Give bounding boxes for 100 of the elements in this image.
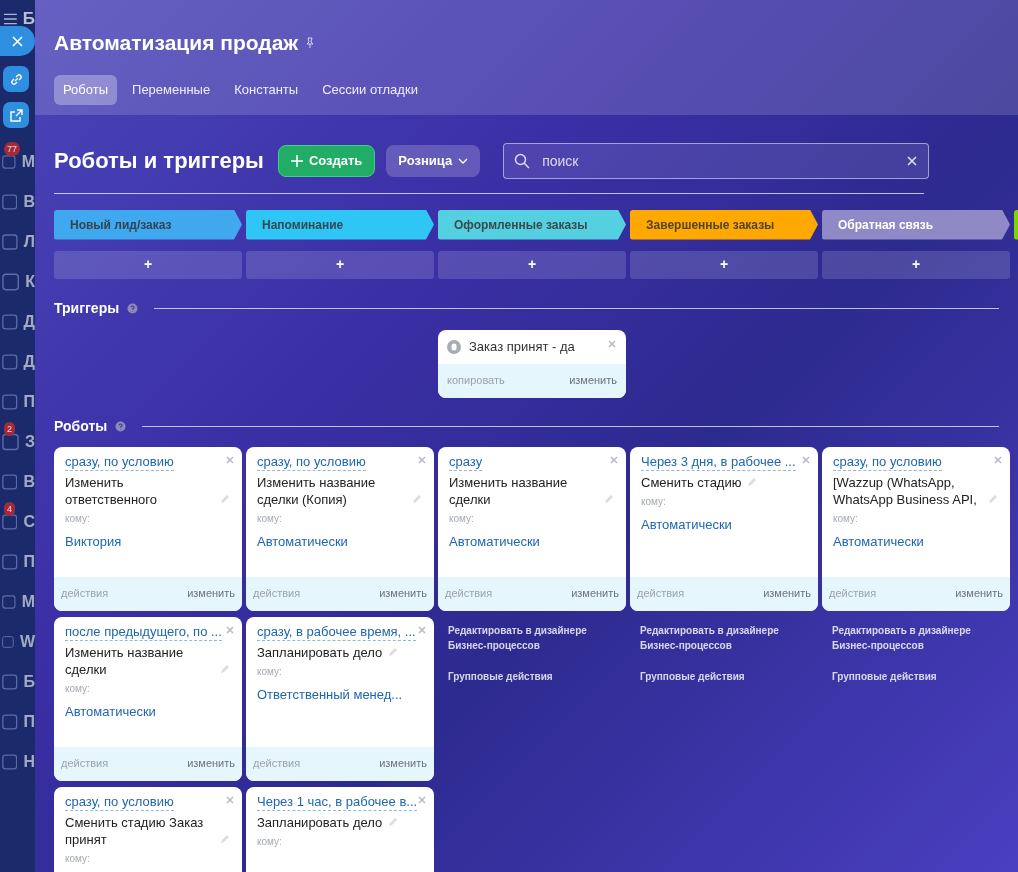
external-button[interactable] bbox=[3, 102, 29, 128]
square-outline-icon[interactable] bbox=[2, 353, 18, 371]
condition-link[interactable]: сразу, по условию bbox=[833, 453, 942, 471]
robot-card[interactable]: после предыдущего, по ... Изменить название сделки кому: Автоматически действия изменить bbox=[54, 616, 242, 781]
designer-link[interactable]: Групповые действия bbox=[832, 668, 982, 684]
square-outline-icon[interactable] bbox=[2, 393, 18, 411]
close-icon[interactable] bbox=[226, 625, 234, 634]
square-outline-icon[interactable] bbox=[2, 673, 18, 691]
square-outline-icon[interactable] bbox=[2, 753, 18, 771]
add-robot-button[interactable]: + bbox=[54, 250, 242, 279]
tab[interactable]: Роботы bbox=[54, 74, 118, 105]
edit-link[interactable]: изменить bbox=[379, 755, 427, 772]
robot-card[interactable]: сразу, по условию Изменить ответственного кому: Виктория действия изменить bbox=[54, 446, 242, 611]
square-outline-icon[interactable] bbox=[2, 473, 18, 491]
square-outline-icon[interactable] bbox=[2, 593, 16, 611]
sidebar-item[interactable]: П bbox=[23, 710, 35, 734]
add-robot-button[interactable]: + bbox=[822, 250, 1010, 279]
close-icon[interactable] bbox=[418, 455, 426, 464]
assignee-link[interactable]: Автоматически bbox=[641, 514, 807, 534]
designer-link[interactable]: Редактировать в дизайнере Бизнес-процессов bbox=[640, 622, 790, 653]
square-outline-icon[interactable] bbox=[2, 313, 18, 331]
add-robot-button[interactable]: + bbox=[630, 250, 818, 279]
designer-link[interactable]: Редактировать в дизайнере Бизнес-процессов bbox=[448, 622, 598, 653]
sidebar-item[interactable]: П bbox=[23, 390, 35, 414]
sidebar-item[interactable]: П bbox=[23, 550, 35, 574]
edit-link[interactable]: изменить bbox=[569, 372, 617, 389]
robot-card[interactable]: сразу, по условию Сменить стадию Заказ принят кому: bbox=[54, 786, 242, 872]
edit-link[interactable]: изменить bbox=[379, 585, 427, 602]
pencil-icon[interactable] bbox=[603, 492, 615, 505]
condition-link[interactable]: сразу, по условию bbox=[65, 453, 174, 471]
close-button[interactable] bbox=[0, 26, 35, 56]
assignee-link[interactable]: Автоматически bbox=[449, 531, 615, 551]
square-outline-icon[interactable] bbox=[2, 153, 16, 171]
edit-link[interactable]: изменить bbox=[187, 755, 235, 772]
sidebar-item[interactable]: Д bbox=[23, 310, 35, 334]
square-outline-icon[interactable] bbox=[2, 433, 19, 451]
close-icon[interactable] bbox=[802, 455, 810, 464]
condition-link[interactable]: сразу, по условию bbox=[257, 453, 366, 471]
sidebar-item[interactable]: К bbox=[25, 270, 35, 294]
sidebar-item[interactable]: М bbox=[21, 590, 35, 614]
close-icon[interactable] bbox=[418, 625, 426, 634]
clear-icon[interactable] bbox=[907, 155, 918, 166]
edit-link[interactable]: изменить bbox=[571, 585, 619, 602]
pencil-icon[interactable] bbox=[411, 492, 423, 505]
search-field[interactable]: поиск bbox=[503, 142, 930, 179]
condition-link[interactable]: Через 1 час, в рабочее в... bbox=[257, 793, 418, 811]
tab[interactable]: Переменные bbox=[123, 74, 220, 105]
pencil-icon[interactable] bbox=[219, 832, 231, 845]
robot-card[interactable]: Через 1 час, в рабочее в... Запланировать дело кому: bbox=[246, 786, 434, 872]
designer-link[interactable]: Групповые действия bbox=[448, 668, 598, 684]
sidebar-item[interactable]: С bbox=[23, 510, 35, 534]
close-icon[interactable] bbox=[608, 339, 616, 348]
help-icon[interactable] bbox=[115, 420, 127, 432]
robot-card[interactable]: сразу Изменить название сделки кому: Автоматически действия изменить bbox=[438, 446, 626, 611]
square-outline-icon[interactable] bbox=[2, 553, 18, 571]
close-icon[interactable] bbox=[418, 795, 426, 804]
pencil-icon[interactable] bbox=[387, 815, 400, 828]
sidebar-item[interactable]: Н bbox=[23, 750, 35, 774]
sidebar-item[interactable]: W bbox=[19, 630, 35, 654]
designer-link[interactable]: Групповые действия bbox=[640, 668, 790, 684]
tab[interactable]: Константы bbox=[225, 74, 308, 105]
pencil-icon[interactable] bbox=[219, 662, 231, 675]
square-outline-icon[interactable] bbox=[2, 233, 18, 251]
sidebar-item[interactable]: З bbox=[24, 430, 35, 454]
assignee-link[interactable]: Автоматически bbox=[65, 701, 231, 721]
add-robot-button[interactable]: + bbox=[246, 250, 434, 279]
tab[interactable]: Сессии отладки bbox=[313, 74, 427, 105]
pencil-icon[interactable] bbox=[219, 492, 231, 505]
sidebar-item[interactable]: М bbox=[21, 150, 35, 174]
close-icon[interactable] bbox=[226, 455, 234, 464]
pencil-icon[interactable] bbox=[746, 475, 759, 488]
designer-link[interactable]: Редактировать в дизайнере Бизнес-процессов bbox=[832, 622, 982, 653]
sidebar-item[interactable]: Л bbox=[23, 230, 35, 254]
create-button[interactable]: Создать bbox=[277, 144, 376, 177]
close-icon[interactable] bbox=[610, 455, 618, 464]
help-icon[interactable] bbox=[127, 302, 139, 314]
assignee-link[interactable]: Виктория bbox=[65, 531, 231, 551]
square-outline-icon[interactable] bbox=[2, 193, 18, 211]
edit-link[interactable]: изменить bbox=[187, 585, 235, 602]
edit-link[interactable]: изменить bbox=[763, 585, 811, 602]
close-icon[interactable] bbox=[994, 455, 1002, 464]
sidebar-item[interactable]: Д bbox=[23, 350, 35, 374]
sidebar-item[interactable]: Б bbox=[23, 670, 35, 694]
sidebar-item[interactable]: В bbox=[23, 190, 35, 214]
square-outline-icon[interactable] bbox=[2, 713, 18, 731]
robot-card[interactable]: сразу, по условию [Wazzup (WhatsApp, WhatsApp Business API, кому: Автоматически действия изменить bbox=[822, 446, 1010, 611]
square-outline-icon[interactable] bbox=[2, 513, 18, 531]
condition-link[interactable]: сразу bbox=[449, 453, 483, 471]
robot-card[interactable]: сразу, по условию Изменить название сделки (Копия) кому: Автоматически действия изменить bbox=[246, 446, 434, 611]
condition-link[interactable]: сразу, в рабочее время, ... bbox=[257, 623, 416, 641]
add-robot-button[interactable]: + bbox=[438, 250, 626, 279]
edit-link[interactable]: изменить bbox=[955, 585, 1003, 602]
assignee-link[interactable]: Ответственный менед... bbox=[257, 684, 423, 704]
pencil-icon[interactable] bbox=[987, 492, 999, 505]
condition-link[interactable]: после предыдущего, по ... bbox=[65, 623, 222, 641]
condition-link[interactable]: Через 3 дня, в рабочее ... bbox=[641, 453, 796, 471]
pipeline-dropdown[interactable]: Розница bbox=[386, 144, 481, 177]
sidebar-item[interactable]: В bbox=[23, 470, 35, 494]
assignee-link[interactable]: Автоматически bbox=[833, 531, 999, 551]
condition-link[interactable]: сразу, по условию bbox=[65, 793, 174, 811]
